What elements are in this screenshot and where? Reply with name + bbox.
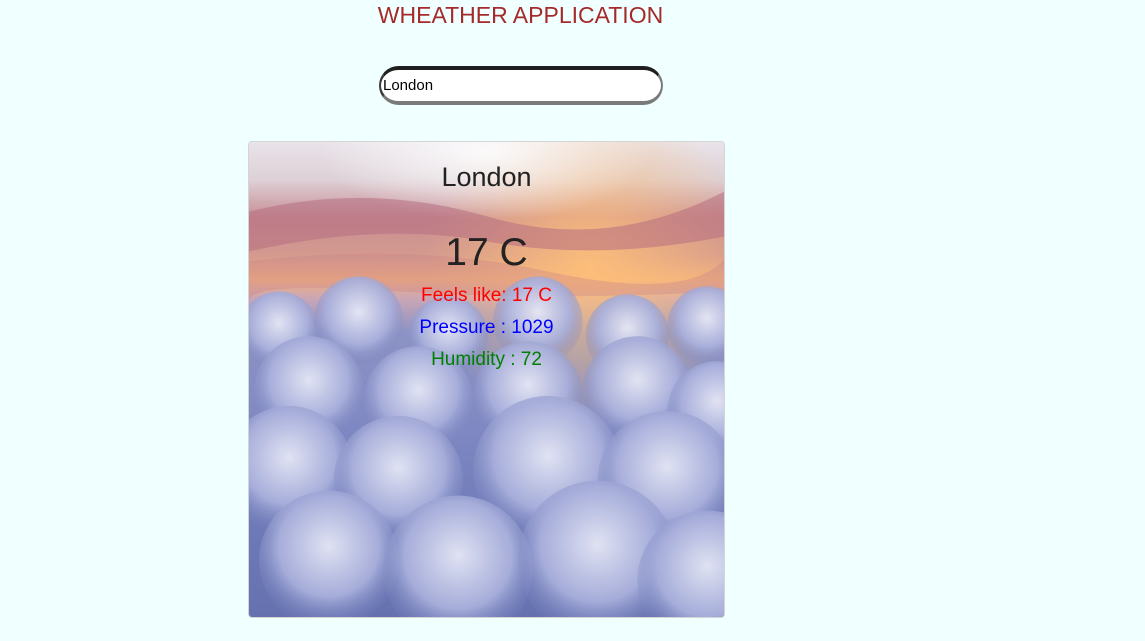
humidity-text: Humidity : 72 bbox=[431, 349, 542, 370]
weather-card: London 17 C Feels like: 17 C Pressure : … bbox=[248, 141, 725, 618]
pressure-text: Pressure : 1029 bbox=[419, 317, 554, 338]
search-container bbox=[379, 66, 663, 105]
temperature-value: 17 C bbox=[445, 231, 528, 274]
feels-like-text: Feels like: 17 C bbox=[421, 285, 552, 306]
sky-clouds-background-image bbox=[249, 142, 724, 617]
city-search-input[interactable] bbox=[379, 66, 663, 105]
app-title: WHEATHER APPLICATION bbox=[377, 2, 664, 28]
city-name: London bbox=[441, 162, 532, 192]
